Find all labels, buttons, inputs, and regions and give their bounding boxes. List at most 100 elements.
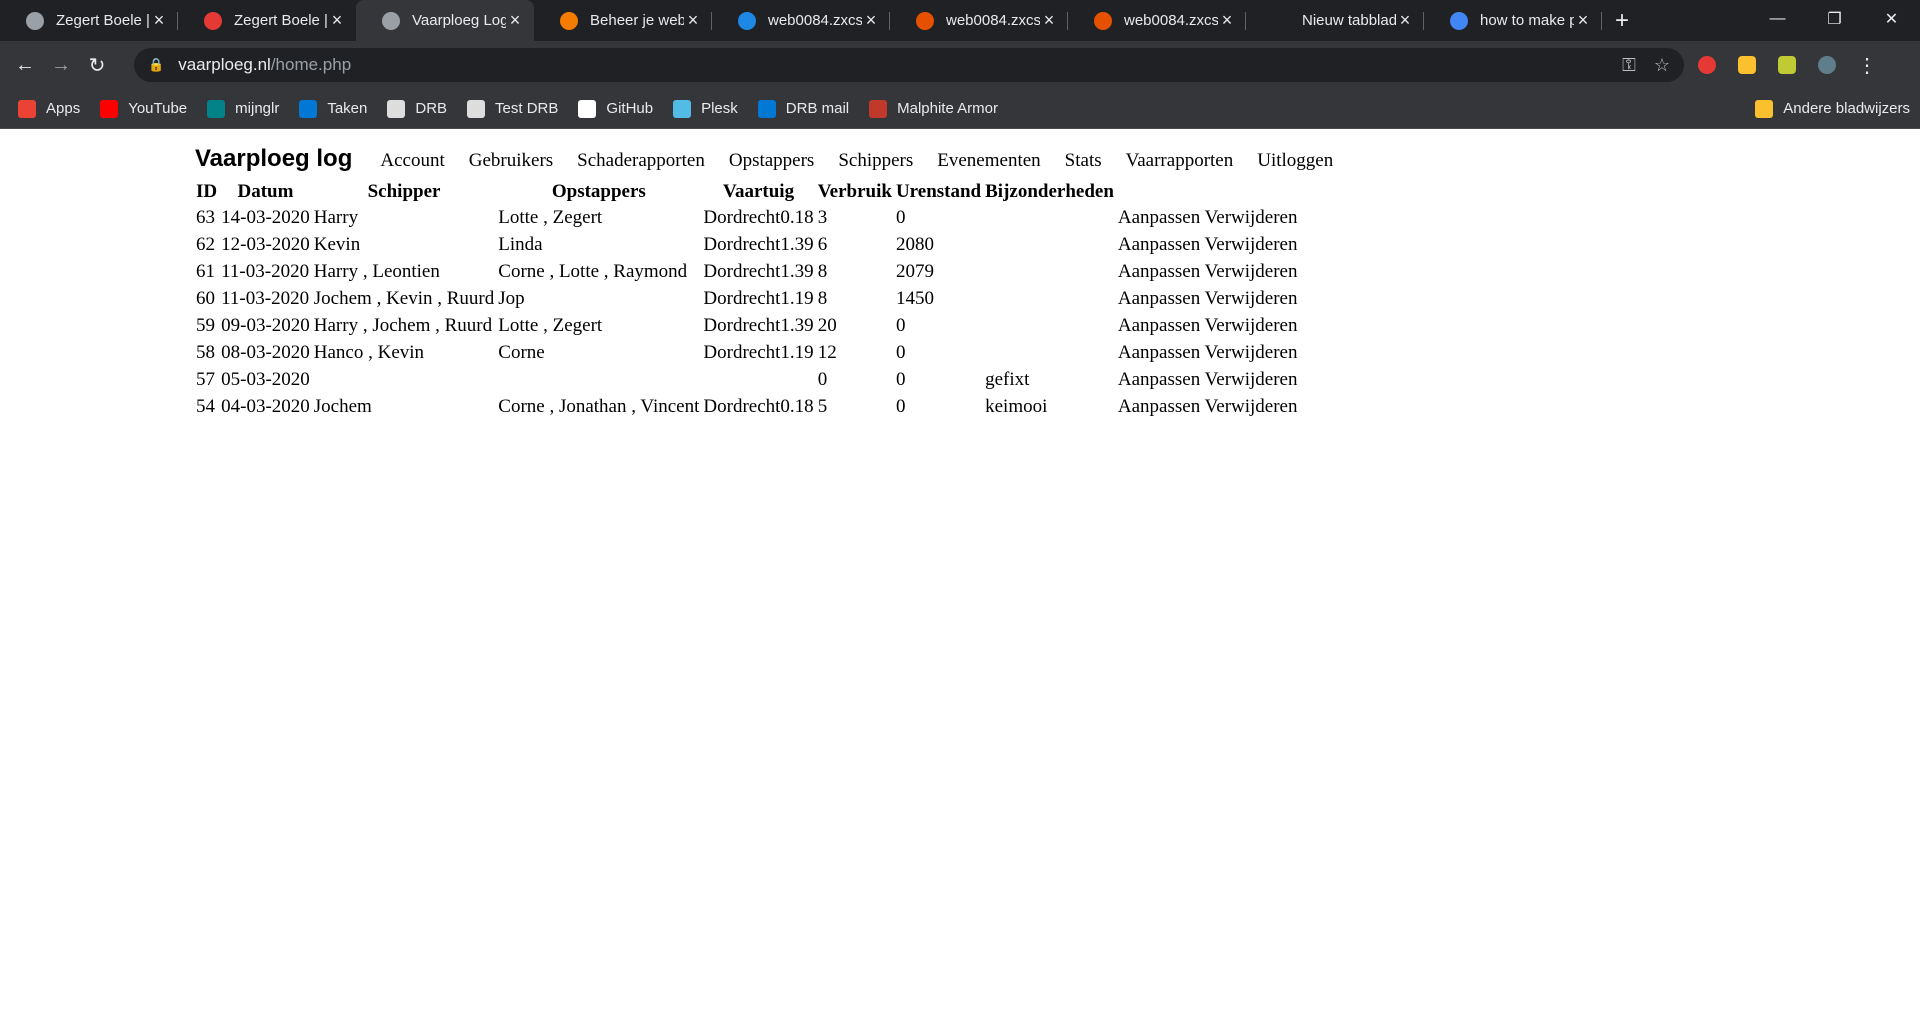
cell-verbruik: 5 bbox=[817, 395, 828, 417]
cell-actions: Aanpassen Verwijderen bbox=[1117, 313, 1299, 338]
edit-link[interactable]: Aanpassen bbox=[1118, 234, 1200, 255]
delete-link[interactable]: Verwijderen bbox=[1205, 234, 1298, 255]
log-table: ID Datum Schipper Opstappers Vaartuig Verbrui… bbox=[193, 179, 1301, 421]
cell-datum: 05-03-2020 bbox=[221, 368, 310, 390]
bookmark-item[interactable]: Plesk bbox=[673, 99, 738, 118]
key-icon[interactable]: ⚿ bbox=[1622, 55, 1636, 76]
browser-tab[interactable]: web0084.zxcs.n× bbox=[712, 0, 890, 41]
edit-link[interactable]: Aanpassen bbox=[1118, 342, 1200, 363]
minimize-icon[interactable]: — bbox=[1749, 0, 1806, 38]
cell-datum: 04-03-2020 bbox=[221, 395, 310, 417]
cell-urenstand: 2080 bbox=[895, 233, 934, 255]
nav-link-evenementen[interactable]: Evenementen bbox=[937, 150, 1040, 171]
cell-bijzonderheden bbox=[984, 313, 1115, 338]
delete-link[interactable]: Verwijderen bbox=[1205, 207, 1298, 228]
extension-green-icon[interactable] bbox=[1770, 48, 1804, 82]
close-tab-icon[interactable]: × bbox=[862, 10, 880, 31]
new-tab-button[interactable]: + bbox=[1602, 0, 1642, 41]
close-tab-icon[interactable]: × bbox=[1218, 10, 1236, 31]
tab-title: web0084.zxcs.n bbox=[946, 12, 1040, 29]
nav-link-stats[interactable]: Stats bbox=[1065, 150, 1102, 171]
cell-datum: 12-03-2020 bbox=[221, 233, 310, 255]
browser-tab[interactable]: web0084.zxcs.n× bbox=[1068, 0, 1246, 41]
browser-tab[interactable]: Vaarploeg Log × bbox=[356, 0, 534, 41]
nav-link-schippers[interactable]: Schippers bbox=[838, 150, 913, 171]
edit-link[interactable]: Aanpassen bbox=[1118, 261, 1200, 282]
cell-schipper: Jochem bbox=[313, 395, 372, 417]
cell-schipper bbox=[313, 367, 495, 392]
site-logo[interactable]: Vaarploeg log bbox=[195, 145, 352, 173]
close-tab-icon[interactable]: × bbox=[684, 10, 702, 31]
close-tab-icon[interactable]: × bbox=[506, 10, 524, 31]
bookmark-item[interactable]: GitHub bbox=[578, 99, 653, 118]
close-window-icon[interactable]: ✕ bbox=[1863, 0, 1920, 38]
close-tab-icon[interactable]: × bbox=[1574, 10, 1592, 31]
close-tab-icon[interactable]: × bbox=[1396, 10, 1414, 31]
delete-link[interactable]: Verwijderen bbox=[1205, 342, 1298, 363]
close-tab-icon[interactable]: × bbox=[150, 10, 168, 31]
cell-urenstand: 0 bbox=[895, 341, 906, 363]
bookmark-item[interactable]: Malphite Armor bbox=[869, 99, 998, 118]
nav-link-vaarrapporten[interactable]: Vaarrapporten bbox=[1126, 150, 1234, 171]
cell-actions: Aanpassen Verwijderen bbox=[1117, 340, 1299, 365]
window-controls: — ❐ ✕ bbox=[1749, 0, 1920, 38]
cell-id: 54 bbox=[196, 395, 215, 417]
browser-tab[interactable]: Beheer je webh × bbox=[534, 0, 712, 41]
reload-icon[interactable]: ↻ bbox=[80, 48, 114, 82]
edit-link[interactable]: Aanpassen bbox=[1118, 207, 1200, 228]
delete-link[interactable]: Verwijderen bbox=[1205, 288, 1298, 309]
tab-title: Nieuw tabblad bbox=[1302, 12, 1396, 29]
delete-link[interactable]: Verwijderen bbox=[1205, 261, 1298, 282]
cell-datum: 11-03-2020 bbox=[221, 260, 310, 282]
cell-vaartuig: Dordrecht1.19 bbox=[703, 341, 814, 363]
bookmark-label: Test DRB bbox=[495, 100, 559, 117]
table-body: 63 14-03-2020 Harry Lotte , Zegert Dordrecht… bbox=[195, 205, 1299, 419]
tab-title: Beheer je webh bbox=[590, 12, 684, 29]
browser-tab[interactable]: Nieuw tabblad × bbox=[1246, 0, 1424, 41]
star-icon[interactable]: ☆ bbox=[1654, 55, 1670, 76]
nav-link-gebruikers[interactable]: Gebruikers bbox=[469, 150, 553, 171]
browser-tab[interactable]: how to make p × bbox=[1424, 0, 1602, 41]
back-icon[interactable]: ← bbox=[8, 48, 42, 82]
nav-link-account[interactable]: Account bbox=[380, 150, 444, 171]
tab-title: web0084.zxcs.n bbox=[1124, 12, 1218, 29]
bookmark-item[interactable]: Taken bbox=[299, 99, 367, 118]
other-bookmarks[interactable]: Andere bladwijzers bbox=[1755, 99, 1910, 118]
bookmark-item[interactable]: DRB mail bbox=[757, 99, 849, 118]
nav-link-uitloggen[interactable]: Uitloggen bbox=[1257, 150, 1333, 171]
bookmark-item[interactable]: mijnglr bbox=[207, 99, 279, 118]
menu-icon[interactable]: ⋮ bbox=[1850, 48, 1884, 82]
edit-link[interactable]: Aanpassen bbox=[1118, 315, 1200, 336]
table-row: 54 04-03-2020 Jochem Corne , Jonathan , Vin… bbox=[195, 394, 1299, 419]
close-tab-icon[interactable]: × bbox=[328, 10, 346, 31]
lock-icon[interactable]: 🔒 bbox=[148, 57, 164, 73]
nav-link-schaderapporten[interactable]: Schaderapporten bbox=[577, 150, 705, 171]
bookmark-item[interactable]: YouTube bbox=[100, 99, 187, 118]
address-bar[interactable]: 🔒 vaarploeg.nl/home.php ⚿ ☆ bbox=[134, 48, 1684, 82]
close-tab-icon[interactable]: × bbox=[1040, 10, 1058, 31]
restore-icon[interactable]: ❐ bbox=[1806, 0, 1863, 38]
column-header: Verbruik bbox=[817, 181, 892, 202]
forward-icon[interactable]: → bbox=[44, 48, 78, 82]
delete-link[interactable]: Verwijderen bbox=[1205, 315, 1298, 336]
browser-tab[interactable]: Zegert Boele || × bbox=[178, 0, 356, 41]
edit-link[interactable]: Aanpassen bbox=[1118, 288, 1200, 309]
bookmark-label: Plesk bbox=[701, 100, 738, 117]
browser-tab[interactable]: web0084.zxcs.n× bbox=[890, 0, 1068, 41]
edit-link[interactable]: Aanpassen bbox=[1118, 369, 1200, 390]
extension-red-icon[interactable] bbox=[1690, 48, 1724, 82]
browser-tab[interactable]: Zegert Boele || × bbox=[0, 0, 178, 41]
cell-vaartuig: Dordrecht0.18 bbox=[703, 206, 814, 228]
bookmark-item[interactable]: Test DRB bbox=[467, 99, 559, 118]
tab-title: how to make p bbox=[1480, 12, 1574, 29]
bookmark-item[interactable]: Apps bbox=[18, 99, 80, 118]
edit-link[interactable]: Aanpassen bbox=[1118, 396, 1200, 417]
cell-actions: Aanpassen Verwijderen bbox=[1117, 205, 1299, 230]
cell-vaartuig: Dordrecht1.19 bbox=[703, 287, 814, 309]
extension-notes-icon[interactable] bbox=[1730, 48, 1764, 82]
delete-link[interactable]: Verwijderen bbox=[1205, 396, 1298, 417]
profile-avatar-icon[interactable] bbox=[1810, 48, 1844, 82]
delete-link[interactable]: Verwijderen bbox=[1205, 369, 1298, 390]
bookmark-item[interactable]: DRB bbox=[387, 99, 447, 118]
nav-link-opstappers[interactable]: Opstappers bbox=[729, 150, 814, 171]
